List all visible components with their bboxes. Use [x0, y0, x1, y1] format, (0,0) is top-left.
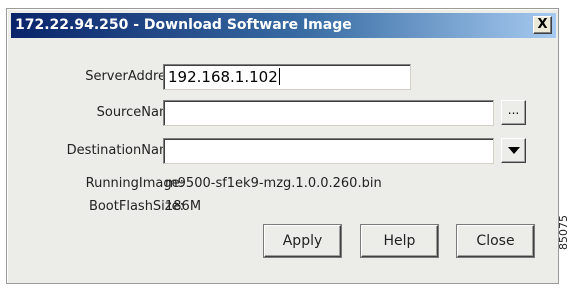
running-image-value: m9500-sf1ek9-mzg.1.0.0.260.bin	[165, 176, 382, 191]
title-bar[interactable]: 172.22.94.250 - Download Software Image …	[11, 13, 556, 38]
chevron-down-icon	[507, 147, 520, 154]
source-name-input[interactable]	[163, 100, 494, 126]
window-title: 172.22.94.250 - Download Software Image	[15, 17, 352, 33]
server-address-value: 192.168.1.102	[168, 68, 278, 86]
destination-name-input[interactable]	[163, 138, 494, 164]
text-caret	[278, 68, 280, 85]
window-close-button[interactable]: X	[533, 16, 552, 34]
browse-button[interactable]: ...	[501, 100, 526, 125]
server-address-input[interactable]: 192.168.1.102	[163, 64, 411, 90]
destination-dropdown-button[interactable]	[501, 138, 526, 163]
close-button[interactable]: Close	[457, 225, 534, 257]
apply-button[interactable]: Apply	[264, 225, 341, 257]
bootflash-size-value: 186M	[165, 199, 202, 214]
figure-id: 85075	[557, 215, 570, 250]
help-button[interactable]: Help	[361, 225, 438, 257]
